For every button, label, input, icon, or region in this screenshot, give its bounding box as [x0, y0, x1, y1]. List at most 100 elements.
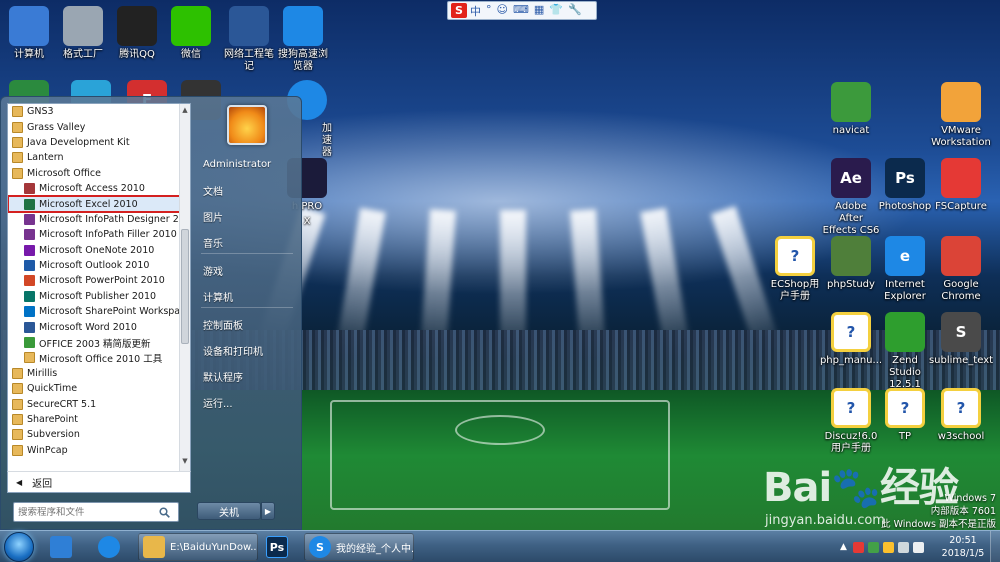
program-folder[interactable]: Grass Valley [8, 119, 180, 134]
desktop-icon[interactable]: 微信 [162, 6, 220, 61]
magnifier-icon[interactable] [158, 506, 170, 518]
start-menu-link[interactable]: 游戏 [197, 260, 297, 280]
program-item[interactable]: Microsoft PowerPoint 2010 [8, 273, 180, 288]
start-menu-link[interactable]: 文档 [197, 180, 297, 200]
divider [201, 307, 293, 308]
desktop-icon[interactable]: phpStudy [822, 236, 880, 291]
program-folder[interactable]: WinPcap [8, 443, 180, 458]
start-menu-link[interactable]: 图片 [197, 206, 297, 226]
desktop-icon[interactable]: ? w3school [932, 388, 990, 443]
program-folder[interactable]: Microsoft Office 2010 工具 [8, 350, 180, 365]
ime-tool-icon[interactable]: ▦ [534, 3, 544, 19]
ime-tool-icon[interactable]: 中 [470, 3, 481, 19]
show-desktop-button[interactable] [990, 531, 1000, 562]
start-menu-link[interactable]: Administrator [197, 154, 297, 174]
qq-penguin-icon [117, 6, 157, 46]
taskbar-clock[interactable]: 20:51 2018/1/5 [938, 534, 988, 560]
desktop-icon[interactable]: Ssublime_text [929, 312, 993, 367]
program-folder[interactable]: GNS3 [8, 104, 180, 119]
start-button[interactable] [4, 532, 34, 562]
desktop-icon[interactable]: ? php_manu... [820, 312, 882, 367]
program-item[interactable]: Microsoft InfoPath Designer 201 [8, 212, 180, 227]
program-item[interactable]: Microsoft Outlook 2010 [8, 258, 180, 273]
desktop-icon[interactable]: FSCapture [932, 158, 990, 213]
tray-app-icon[interactable] [867, 541, 879, 553]
pitch-center-circle [455, 415, 545, 445]
taskbar-pin-cloud[interactable] [94, 533, 134, 561]
folder-icon [12, 414, 23, 425]
taskbar-window-browser[interactable]: S 我的经验_个人中... [304, 533, 414, 561]
taskbar-pin-feige[interactable] [46, 533, 86, 561]
program-item[interactable]: Microsoft SharePoint Workspace [8, 304, 180, 319]
ime-tool-icon[interactable]: ⌨ [513, 3, 529, 19]
desktop-icon[interactable]: Ps Photoshop [876, 158, 934, 213]
scroll-down-icon[interactable]: ▼ [180, 456, 190, 466]
user-avatar[interactable] [227, 105, 267, 145]
word-document-icon [229, 6, 269, 46]
start-menu-link[interactable]: 音乐 [197, 232, 297, 252]
start-menu-link[interactable]: 运行... [197, 392, 297, 412]
start-menu-link[interactable]: 计算机 [197, 286, 297, 306]
program-folder[interactable]: SharePoint [8, 412, 180, 427]
desktop-icon[interactable]: 格式工厂 [54, 6, 112, 61]
program-folder[interactable]: Java Development Kit [8, 135, 180, 150]
desktop-icon[interactable]: VMware Workstation [931, 82, 991, 149]
program-folder[interactable]: Mirillis [8, 366, 180, 381]
ime-tool-icon[interactable]: ° [486, 3, 492, 19]
ime-tool-icon[interactable]: 👕 [549, 3, 563, 19]
program-item[interactable]: Microsoft Excel 2010 [8, 195, 180, 213]
sogou-ime-toolbar[interactable]: S 中 ° ☺ ⌨ ▦ 👕 🔧 [447, 1, 597, 20]
program-item[interactable]: Microsoft InfoPath Filler 2010 [8, 227, 180, 242]
start-search-box[interactable] [13, 502, 179, 522]
program-item[interactable]: OFFICE 2003 精简版更新 [8, 335, 180, 350]
scroll-up-icon[interactable]: ▲ [180, 105, 190, 115]
ime-tool-icon[interactable]: 🔧 [568, 3, 582, 19]
tray-expand-icon[interactable]: ▲ [840, 542, 847, 552]
program-item[interactable]: Microsoft Publisher 2010 [8, 289, 180, 304]
program-folder[interactable]: Microsoft Office [8, 166, 180, 181]
ime-tool-icon[interactable]: ☺ [497, 3, 508, 19]
desktop-icon[interactable]: ? ECShop用户手册 [766, 236, 824, 303]
start-menu-link[interactable]: 控制面板 [197, 314, 297, 334]
tray-app-icon[interactable] [852, 541, 864, 553]
desktop-icon[interactable]: ? TP [876, 388, 934, 443]
desktop-icon[interactable]: Ae Adobe After Effects CS6 [822, 158, 880, 237]
folder-icon [12, 106, 23, 118]
start-menu-link[interactable]: 设备和打印机 [197, 340, 297, 360]
program-folder[interactable]: SecureCRT 5.1 [8, 396, 180, 411]
desktop-icon-label: 微信 [181, 49, 201, 60]
desktop-icon[interactable]: 搜狗高速浏览器 [274, 6, 332, 73]
volume-icon[interactable] [912, 541, 924, 553]
program-folder[interactable]: Lantern [8, 150, 180, 165]
network-icon[interactable] [897, 541, 909, 553]
program-folder[interactable]: QuickTime [8, 381, 180, 396]
shutdown-options-arrow-icon[interactable]: ▶ [261, 502, 275, 520]
sogou-logo-icon[interactable]: S [451, 3, 467, 18]
shutdown-button[interactable]: 关机 [197, 502, 261, 520]
desktop-icon[interactable]: 网络工程笔记 [220, 6, 278, 73]
desktop-icon[interactable]: ? Discuz!6.0用户手册 [822, 388, 880, 455]
desktop-icon[interactable]: Google Chrome [932, 236, 990, 303]
desktop-icon-label: Zend Studio 12.5.1 [889, 355, 921, 390]
desktop-icon-label: 格式工厂 [63, 49, 103, 60]
desktop-icon-label: VMware Workstation [931, 125, 991, 148]
desktop-icon[interactable]: 腾讯QQ [108, 6, 166, 61]
start-menu-link[interactable]: 默认程序 [197, 366, 297, 386]
program-item[interactable]: Microsoft Access 2010 [8, 181, 180, 196]
program-item[interactable]: Microsoft OneNote 2010 [8, 243, 180, 258]
baidu-jingyan-watermark: Bai🐾经验 jingyan.baidu.com [763, 465, 959, 528]
back-button[interactable]: ◀ 返回 [7, 471, 191, 493]
program-item[interactable]: Microsoft Word 2010 [8, 319, 180, 334]
desktop-icon[interactable]: e Internet Explorer [876, 236, 934, 303]
desktop-icon[interactable]: 计算机 [0, 6, 58, 61]
scroll-thumb[interactable] [181, 229, 189, 344]
program-label: Microsoft Outlook 2010 [39, 260, 150, 272]
program-folder[interactable]: Subversion [8, 427, 180, 442]
taskbar-pin-photoshop[interactable]: Ps [262, 533, 302, 561]
tray-app-icon[interactable] [882, 541, 894, 553]
taskbar-window-explorer[interactable]: E:\BaiduYunDow... [138, 533, 258, 561]
start-search-input[interactable] [18, 506, 158, 518]
desktop-icon[interactable]: navicat [822, 82, 880, 137]
desktop-icon[interactable]: Zend Studio 12.5.1 [876, 312, 934, 391]
program-list-scrollbar[interactable]: ▲ ▼ [179, 104, 190, 492]
